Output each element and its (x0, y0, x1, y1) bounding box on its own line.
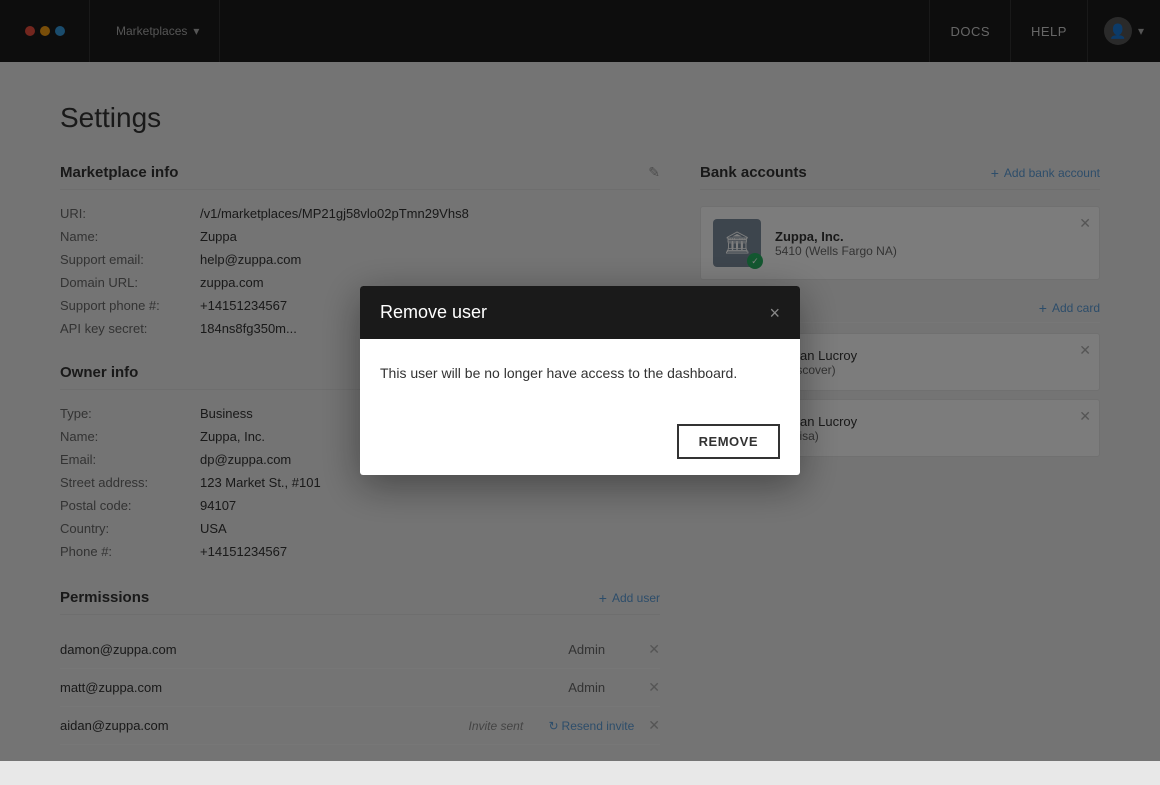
confirm-remove-button[interactable]: REMOVE (677, 424, 780, 459)
modal-body: This user will be no longer have access … (360, 339, 800, 408)
remove-user-modal: Remove user × This user will be no longe… (360, 286, 800, 475)
modal-close-button[interactable]: × (769, 304, 780, 322)
modal-header: Remove user × (360, 286, 800, 339)
modal-overlay[interactable]: Remove user × This user will be no longe… (0, 0, 1160, 761)
modal-body-text: This user will be no longer have access … (380, 365, 737, 381)
modal-footer: REMOVE (360, 408, 800, 475)
modal-title: Remove user (380, 302, 487, 323)
